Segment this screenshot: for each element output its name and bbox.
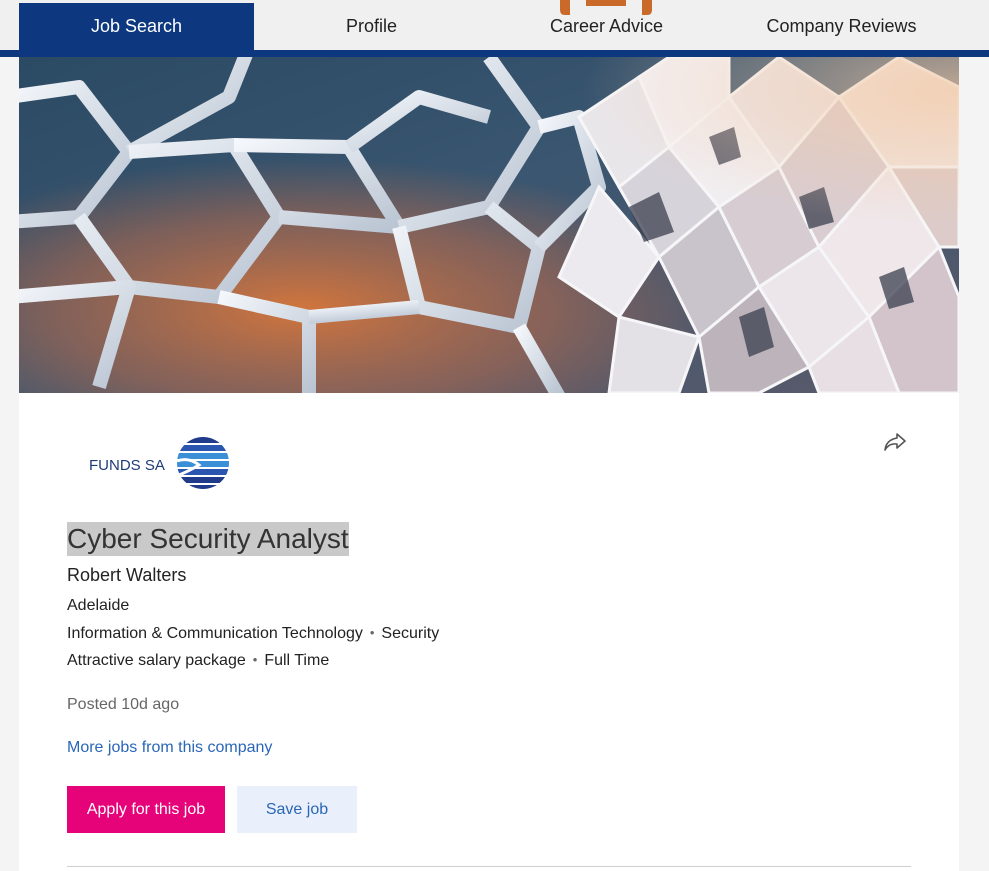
tab-job-search[interactable]: Job Search [19, 3, 254, 50]
apply-button[interactable]: Apply for this job [67, 786, 225, 833]
separator-dot: • [369, 625, 375, 640]
job-classification: Information & Communication Technology [67, 625, 363, 642]
tab-career-advice[interactable]: Career Advice [489, 3, 724, 50]
job-card: FUNDS SA Cyber Security Analyst Robert W… [19, 57, 959, 871]
posted-date: Posted 10d ago [67, 696, 180, 713]
job-salary: Attractive salary package [67, 652, 246, 669]
tab-profile[interactable]: Profile [254, 3, 489, 50]
advertiser-logo: FUNDS SA [89, 437, 229, 489]
globe-icon [176, 437, 229, 489]
divider [67, 866, 911, 867]
job-subclassification: Security [381, 625, 440, 642]
hero-banner-image [19, 57, 959, 393]
logo-text: FUNDS SA [89, 457, 165, 474]
company-name: Robert Walters [67, 565, 187, 585]
job-work-type: Full Time [264, 652, 330, 669]
top-nav: Job Search Profile Career Advice Company… [0, 0, 989, 57]
job-salary-worktype-line: Attractive salary package • Full Time [67, 652, 329, 670]
job-classification-line: Information & Communication Technology • S… [67, 625, 439, 643]
share-arrow-icon[interactable] [883, 431, 907, 453]
tab-company-reviews[interactable]: Company Reviews [724, 3, 959, 50]
job-title: Cyber Security Analyst [67, 522, 349, 556]
separator-dot: • [252, 652, 258, 667]
more-jobs-link[interactable]: More jobs from this company [67, 739, 272, 757]
nav-underline [0, 50, 989, 57]
job-location: Adelaide [67, 597, 130, 614]
save-job-button[interactable]: Save job [237, 786, 357, 833]
